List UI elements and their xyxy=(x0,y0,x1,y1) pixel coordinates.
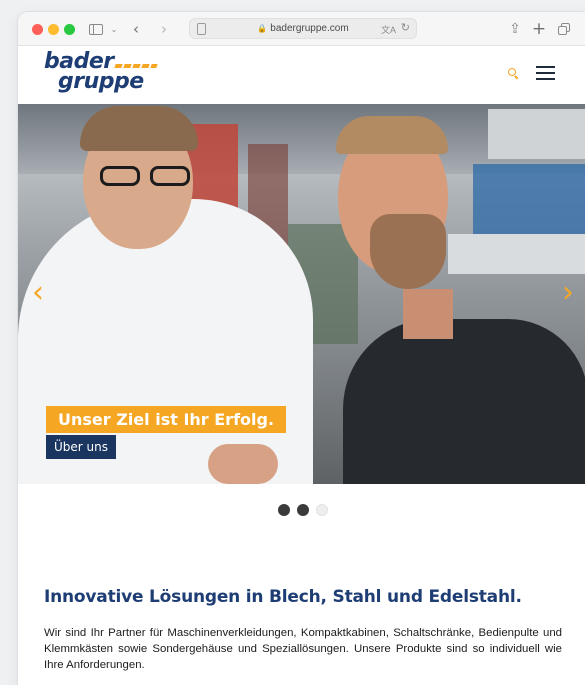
logo-accent xyxy=(114,64,158,68)
logo-line-2: gruppe xyxy=(58,69,144,94)
translate-icon[interactable]: 文A xyxy=(381,23,396,36)
lock-icon: 🔒 xyxy=(257,24,268,33)
slider-dot-2[interactable] xyxy=(297,504,309,516)
site-header: bader gruppe xyxy=(18,46,585,104)
slider-dot-3[interactable] xyxy=(316,504,328,516)
slider-next-arrow-icon[interactable]: › xyxy=(558,276,578,310)
search-icon[interactable] xyxy=(508,68,519,80)
glasses xyxy=(100,166,194,188)
slider-dot-1[interactable] xyxy=(278,504,290,516)
browser-window: ⌄ ‹ › 🔒 badergruppe.com 文A ↻ ⇪ + bader gr… xyxy=(18,12,585,685)
about-us-button[interactable]: Über uns xyxy=(46,435,116,459)
minimize-window-button[interactable] xyxy=(48,24,59,35)
new-tab-button[interactable]: + xyxy=(531,18,547,40)
url-text: badergruppe.com xyxy=(270,23,349,34)
tab-overview-icon[interactable] xyxy=(556,18,572,40)
slider-prev-arrow-icon[interactable]: ‹ xyxy=(28,276,48,310)
sidebar-toggle-icon[interactable] xyxy=(86,18,106,40)
forward-button[interactable]: › xyxy=(156,18,172,40)
intro-heading: Innovative Lösungen in Blech, Stahl und … xyxy=(44,587,522,607)
intro-paragraph: Wir sind Ihr Partner für Maschinenverkle… xyxy=(44,627,562,671)
browser-toolbar: ⌄ ‹ › 🔒 badergruppe.com 文A ↻ ⇪ + xyxy=(18,12,585,46)
bader-gruppe-logo[interactable]: bader gruppe xyxy=(44,51,158,94)
close-window-button[interactable] xyxy=(32,24,43,35)
hero-person-right xyxy=(343,319,585,484)
address-bar[interactable]: 🔒 badergruppe.com 文A ↻ xyxy=(189,18,417,39)
zoom-window-button[interactable] xyxy=(64,24,75,35)
share-icon[interactable]: ⇪ xyxy=(507,18,523,40)
hero-slider: ‹ › Unser Ziel ist Ihr Erfolg. Über uns xyxy=(18,104,585,484)
back-button[interactable]: ‹ xyxy=(128,18,144,40)
chevron-down-icon[interactable]: ⌄ xyxy=(109,18,119,40)
hero-caption: Unser Ziel ist Ihr Erfolg. xyxy=(46,406,287,433)
page: ⌄ ‹ › 🔒 badergruppe.com 文A ↻ ⇪ + bader gr… xyxy=(0,0,585,685)
hamburger-menu-icon[interactable] xyxy=(536,66,555,80)
reload-icon[interactable]: ↻ xyxy=(401,21,410,34)
intro-section: Innovative Lösungen in Blech, Stahl und … xyxy=(18,587,585,673)
slider-pagination xyxy=(18,484,585,538)
